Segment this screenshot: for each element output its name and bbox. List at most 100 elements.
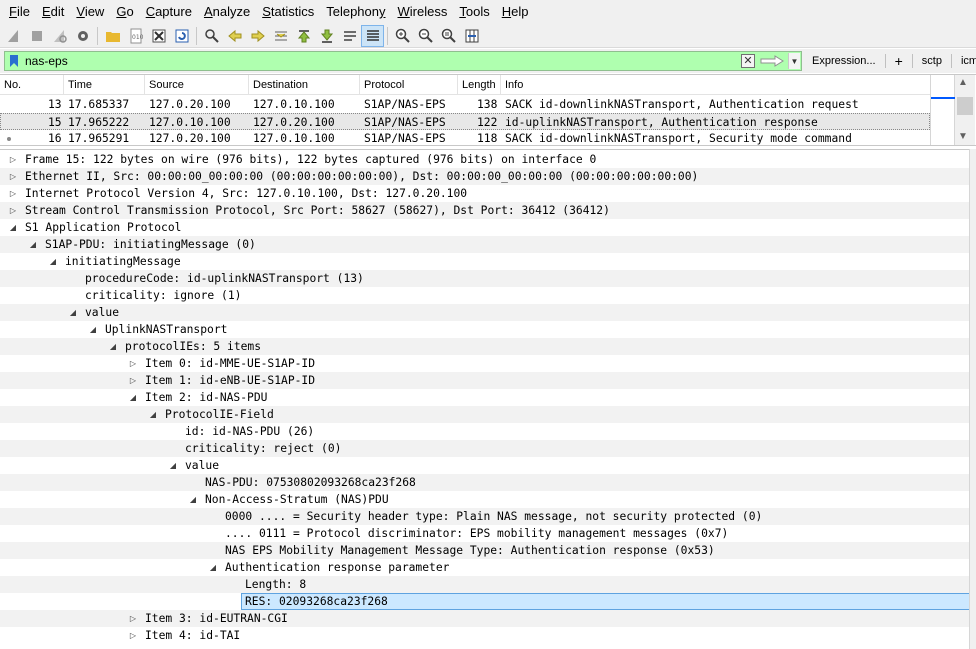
tree-row[interactable]: ◢ Non-Access-Stratum (NAS)PDU: [0, 491, 970, 508]
tree-row[interactable]: ◢ S1AP-PDU: initiatingMessage (0): [0, 236, 970, 253]
tree-row[interactable]: ▷ Ethernet II, Src: 00:00:00_00:00:00 (00…: [0, 168, 970, 185]
collapsed-arrow-icon[interactable]: ▷: [8, 202, 18, 219]
collapsed-arrow-icon[interactable]: ▷: [8, 151, 18, 168]
expanded-arrow-icon[interactable]: ◢: [108, 338, 118, 355]
expanded-arrow-icon[interactable]: ◢: [48, 253, 58, 270]
tree-row[interactable]: id: id-NAS-PDU (26): [0, 423, 970, 440]
resize-columns-icon[interactable]: [460, 25, 483, 47]
tree-row[interactable]: ▷ Frame 15: 122 bytes on wire (976 bits),…: [0, 151, 970, 168]
collapsed-arrow-icon[interactable]: ▷: [8, 185, 18, 202]
capture-options-gear-icon[interactable]: [71, 25, 94, 47]
tree-row[interactable]: ▷ Item 4: id-TAI: [0, 627, 970, 644]
collapsed-arrow-icon[interactable]: ▷: [128, 355, 138, 372]
tree-row[interactable]: ▷ Stream Control Transmission Protocol, S…: [0, 202, 970, 219]
tree-row[interactable]: ◢ Authentication response parameter: [0, 559, 970, 576]
packet-row[interactable]: 13 17.685337 127.0.20.100 127.0.10.100 S…: [0, 96, 930, 113]
column-header-destination[interactable]: Destination: [249, 75, 360, 95]
tree-row[interactable]: .... 0111 = Protocol discriminator: EPS …: [0, 525, 970, 542]
go-last-packet-icon[interactable]: [315, 25, 338, 47]
menu-file[interactable]: File: [3, 0, 36, 24]
go-first-packet-icon[interactable]: [292, 25, 315, 47]
tree-row[interactable]: NAS EPS Mobility Management Message Type…: [0, 542, 970, 559]
tree-row[interactable]: ◢ S1 Application Protocol: [0, 219, 970, 236]
menu-go[interactable]: Go: [110, 0, 139, 24]
go-forward-arrow-icon[interactable]: [246, 25, 269, 47]
tree-row[interactable]: ▷ Internet Protocol Version 4, Src: 127.0…: [0, 185, 970, 202]
tree-row[interactable]: RES: 02093268ca23f268: [0, 593, 970, 610]
add-filter-button[interactable]: +: [891, 53, 907, 69]
expanded-arrow-icon[interactable]: ◢: [8, 219, 18, 236]
tree-row[interactable]: Length: 8: [0, 576, 970, 593]
find-packet-magnifier-icon[interactable]: [200, 25, 223, 47]
column-header-protocol[interactable]: Protocol: [360, 75, 458, 95]
go-to-packet-icon[interactable]: [269, 25, 292, 47]
menu-view[interactable]: View: [70, 0, 110, 24]
menu-wireless[interactable]: Wireless: [392, 0, 454, 24]
tree-row[interactable]: NAS-PDU: 07530802093268ca23f268: [0, 474, 970, 491]
column-header-info[interactable]: Info: [501, 75, 930, 95]
tree-row[interactable]: ◢ UplinkNASTransport: [0, 321, 970, 338]
expanded-arrow-icon[interactable]: ◢: [28, 236, 38, 253]
packet-row[interactable]: 16 17.965291 127.0.20.100 127.0.10.100 S…: [0, 130, 930, 145]
expanded-arrow-icon[interactable]: ◢: [68, 304, 78, 321]
tree-row[interactable]: ▷ Item 3: id-EUTRAN-CGI: [0, 610, 970, 627]
menu-capture[interactable]: Capture: [140, 0, 198, 24]
expanded-arrow-icon[interactable]: ◢: [148, 406, 158, 423]
packet-row-selected[interactable]: 15 17.965222 127.0.10.100 127.0.20.100 S…: [0, 113, 930, 130]
tree-row[interactable]: criticality: ignore (1): [0, 287, 970, 304]
bookmark-icon[interactable]: [7, 52, 21, 70]
menu-help[interactable]: Help: [496, 0, 535, 24]
stop-capture-icon[interactable]: [25, 25, 48, 47]
menu-statistics[interactable]: Statistics: [256, 0, 320, 24]
column-header-no[interactable]: No.: [0, 75, 64, 95]
collapsed-arrow-icon[interactable]: ▷: [8, 168, 18, 185]
filter-text[interactable]: nas-eps: [25, 54, 801, 68]
go-back-arrow-icon[interactable]: [223, 25, 246, 47]
clear-filter-icon[interactable]: ✕: [741, 54, 755, 68]
column-header-source[interactable]: Source: [145, 75, 249, 95]
zoom-in-icon[interactable]: [391, 25, 414, 47]
tree-row[interactable]: procedureCode: id-uplinkNASTransport (13…: [0, 270, 970, 287]
menu-tools[interactable]: Tools: [453, 0, 495, 24]
save-file-icon[interactable]: 010: [124, 25, 147, 47]
open-file-folder-icon[interactable]: [101, 25, 124, 47]
column-header-length[interactable]: Length: [458, 75, 501, 95]
tree-row[interactable]: ◢ Item 2: id-NAS-PDU: [0, 389, 970, 406]
expanded-arrow-icon[interactable]: ◢: [88, 321, 98, 338]
chevron-down-icon[interactable]: ▼: [788, 53, 800, 69]
expanded-arrow-icon[interactable]: ◢: [188, 491, 198, 508]
filter-bookmark-icmp[interactable]: icmp: [957, 55, 976, 67]
display-filter-input[interactable]: nas-eps ✕ ▼: [4, 51, 802, 71]
tree-row[interactable]: ◢ initiatingMessage: [0, 253, 970, 270]
menu-analyze[interactable]: Analyze: [198, 0, 256, 24]
tree-row[interactable]: ◢ value: [0, 304, 970, 321]
tree-row[interactable]: ▷ Item 1: id-eNB-UE-S1AP-ID: [0, 372, 970, 389]
restart-capture-icon[interactable]: [48, 25, 71, 47]
shark-fin-start-icon[interactable]: [2, 25, 25, 47]
expanded-arrow-icon[interactable]: ◢: [168, 457, 178, 474]
zoom-out-icon[interactable]: [414, 25, 437, 47]
scroll-down-icon[interactable]: ▼: [958, 131, 968, 142]
auto-scroll-icon[interactable]: [338, 25, 361, 47]
tree-row[interactable]: criticality: reject (0): [0, 440, 970, 457]
packet-minimap[interactable]: [931, 75, 955, 145]
close-file-icon[interactable]: [147, 25, 170, 47]
menu-edit[interactable]: Edit: [36, 0, 70, 24]
tree-row[interactable]: ◢ ProtocolIE-Field: [0, 406, 970, 423]
reload-file-icon[interactable]: [170, 25, 193, 47]
scroll-up-icon[interactable]: ▲: [958, 77, 968, 88]
colorize-packet-list-icon[interactable]: [361, 24, 384, 47]
tree-row[interactable]: 0000 .... = Security header type: Plain …: [0, 508, 970, 525]
collapsed-arrow-icon[interactable]: ▷: [128, 627, 138, 644]
menu-telephony[interactable]: Telephony: [320, 0, 391, 24]
collapsed-arrow-icon[interactable]: ▷: [128, 610, 138, 627]
tree-row[interactable]: ▷ Item 0: id-MME-UE-S1AP-ID: [0, 355, 970, 372]
normal-size-icon[interactable]: [437, 25, 460, 47]
apply-filter-arrow-icon[interactable]: [757, 53, 787, 69]
filter-bookmark-sctp[interactable]: sctp: [918, 55, 946, 67]
column-header-time[interactable]: Time: [64, 75, 145, 95]
tree-row[interactable]: ◢ protocolIEs: 5 items: [0, 338, 970, 355]
expression-button[interactable]: Expression...: [808, 55, 880, 67]
collapsed-arrow-icon[interactable]: ▷: [128, 372, 138, 389]
expanded-arrow-icon[interactable]: ◢: [128, 389, 138, 406]
